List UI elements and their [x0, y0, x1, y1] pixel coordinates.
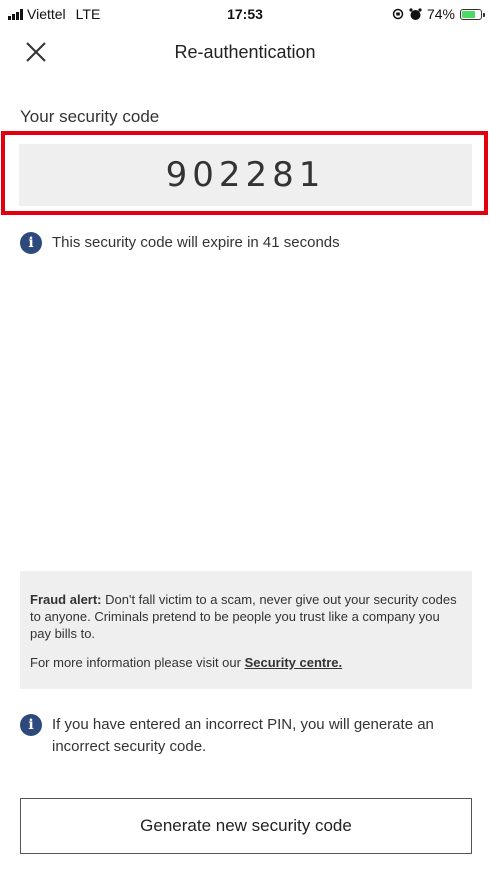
expiry-text: This security code will expire in 41 sec…	[52, 234, 340, 251]
fraud-more-info: For more information please visit our Se…	[30, 654, 460, 671]
alarm-icon	[409, 7, 422, 20]
status-right: 74%	[392, 6, 485, 22]
fraud-alert-box: Fraud alert: Don't fall victim to a scam…	[20, 571, 472, 689]
info-icon: i	[20, 232, 42, 254]
battery-fill	[462, 10, 476, 18]
security-code-value: 902281	[19, 144, 472, 206]
security-code-label: Your security code	[20, 107, 160, 126]
generate-code-button[interactable]: Generate new security code	[20, 798, 472, 854]
fraud-alert-text: Fraud alert: Don't fall victim to a scam…	[30, 591, 460, 642]
status-bar: Viettel LTE 17:53 74%	[0, 0, 490, 30]
header: Re-authentication	[0, 30, 490, 76]
info-icon: i	[20, 714, 42, 736]
page-title: Re-authentication	[174, 42, 316, 62]
expiry-info: i This security code will expire in 41 s…	[20, 232, 340, 254]
pin-note-text: If you have entered an incorrect PIN, yo…	[52, 716, 434, 755]
orientation-lock-icon	[392, 8, 404, 20]
pin-info: i If you have entered an incorrect PIN, …	[20, 714, 470, 758]
battery-percent: 74%	[426, 6, 455, 22]
battery-icon	[460, 8, 485, 20]
security-centre-link[interactable]: Security centre.	[245, 655, 343, 670]
more-info-text: For more information please visit our	[30, 655, 245, 670]
fraud-alert-title: Fraud alert:	[30, 592, 102, 607]
